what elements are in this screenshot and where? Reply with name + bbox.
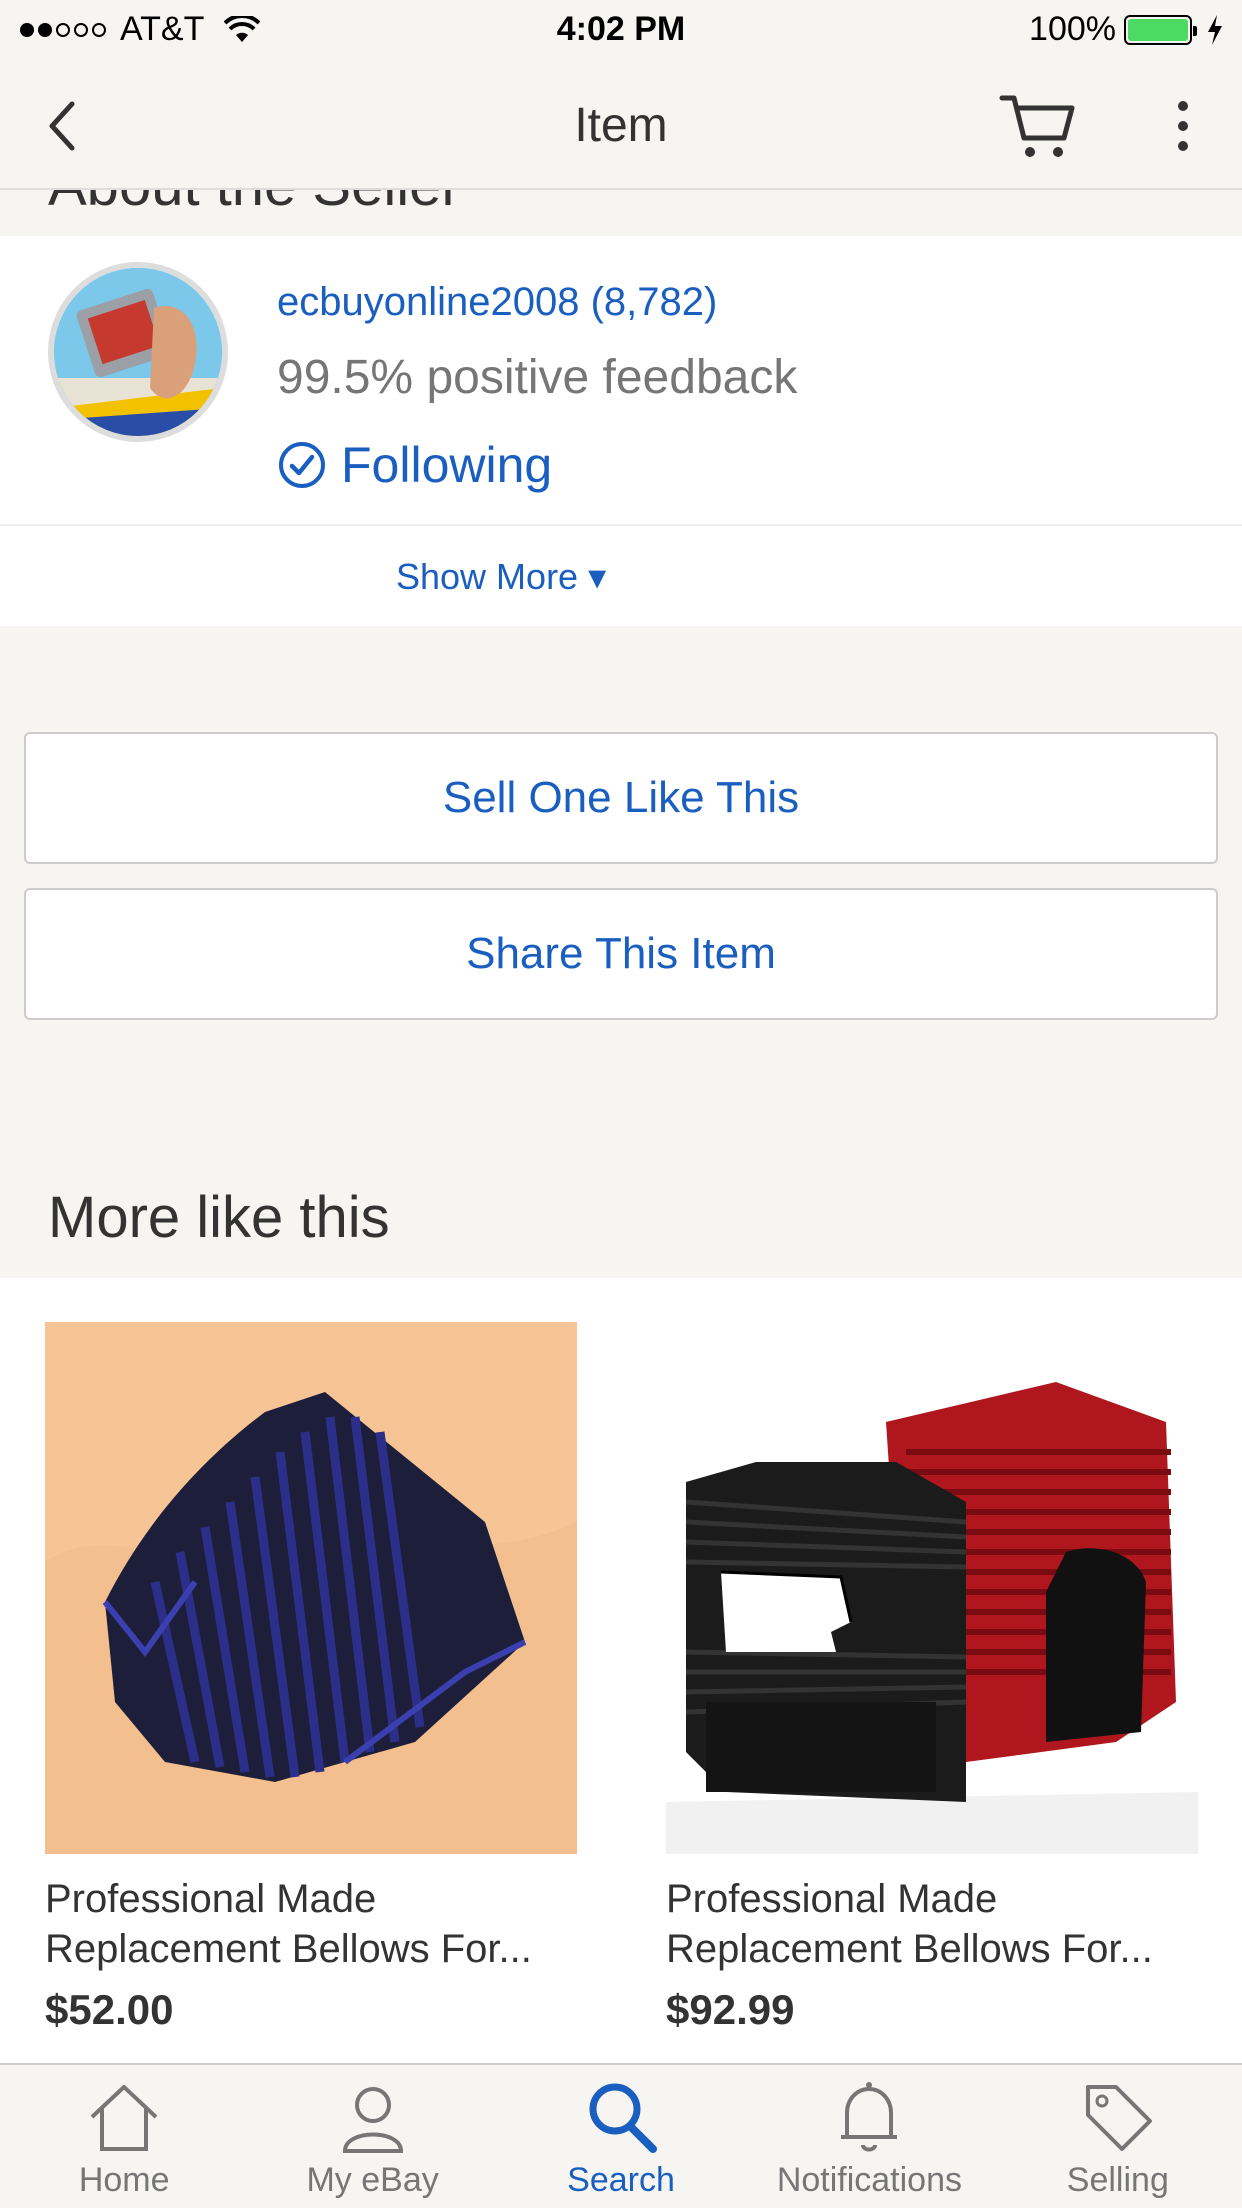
seller-name-link[interactable]: ecbuyonline2008 (8,782): [277, 280, 717, 325]
seller-card: ecbuyonline2008 (8,782) 99.5% positive f…: [0, 236, 1242, 524]
tab-notifications[interactable]: Notifications: [745, 2065, 993, 2208]
more-options-icon[interactable]: [1168, 98, 1198, 154]
sell-one-like-this-button[interactable]: Sell One Like This: [24, 732, 1218, 864]
tab-search[interactable]: Search: [497, 2065, 745, 2208]
show-more-row: Show More ▾: [0, 526, 1242, 626]
product-image[interactable]: [45, 1322, 577, 1854]
tab-search-label: Search: [567, 2161, 675, 2199]
battery-info: 100%: [1029, 10, 1224, 49]
share-item-button[interactable]: Share This Item: [24, 888, 1218, 1020]
product-price: $52.00: [45, 1986, 174, 2033]
battery-percent: 100%: [1029, 10, 1116, 48]
avatar-image: [54, 268, 222, 436]
tab-home[interactable]: Home: [0, 2065, 248, 2208]
product-price: $92.99: [666, 1986, 795, 2033]
check-circle-icon: [279, 442, 325, 488]
seller-feedback: 99.5% positive feedback: [277, 351, 798, 404]
product-image[interactable]: [666, 1322, 1198, 1854]
product-title-line1: Professional Made: [45, 1877, 377, 1921]
search-icon: [589, 2083, 658, 2153]
following-label: Following: [341, 437, 553, 493]
tab-my-ebay-label: My eBay: [306, 2161, 439, 2199]
bell-icon: [841, 2082, 898, 2152]
charging-icon: [1208, 14, 1222, 45]
status-bar: AT&T 4:02 PM 100%: [0, 0, 1242, 62]
product-title[interactable]: Professional Made Replacement Bellows Fo…: [666, 1874, 1198, 1974]
tab-selling-label: Selling: [1066, 2161, 1169, 2199]
tab-my-ebay[interactable]: My eBay: [248, 2065, 496, 2208]
tab-bar: Home My eBay Search Notifications Sellin…: [0, 2063, 1242, 2208]
product-title-line2: Replacement Bellows For...: [666, 1927, 1153, 1971]
more-like-this-title: More like this: [48, 1185, 390, 1250]
following-button[interactable]: Following: [277, 436, 552, 494]
home-icon: [90, 2085, 158, 2151]
battery-icon: [1124, 14, 1197, 45]
about-seller-title: About the Seller: [48, 190, 461, 219]
show-more-link[interactable]: Show More ▾: [396, 556, 606, 598]
cart-icon[interactable]: [998, 92, 1078, 162]
tab-notifications-label: Notifications: [776, 2161, 963, 2199]
product-card[interactable]: Professional Made Replacement Bellows Fo…: [45, 1322, 577, 2034]
more-like-this-section: Professional Made Replacement Bellows Fo…: [0, 1278, 1242, 2063]
tab-home-label: Home: [78, 2161, 170, 2199]
about-seller-header: About the Seller: [0, 190, 1242, 236]
tag-icon: [1085, 2085, 1152, 2151]
product-title[interactable]: Professional Made Replacement Bellows Fo…: [45, 1874, 577, 1974]
tab-selling[interactable]: Selling: [994, 2065, 1242, 2208]
product-card[interactable]: Professional Made Replacement Bellows Fo…: [666, 1322, 1198, 2034]
seller-avatar[interactable]: [48, 262, 228, 442]
product-title-line2: Replacement Bellows For...: [45, 1927, 532, 1971]
person-icon: [342, 2087, 403, 2153]
product-title-line1: Professional Made: [666, 1877, 998, 1921]
nav-bar: Item: [0, 62, 1242, 190]
